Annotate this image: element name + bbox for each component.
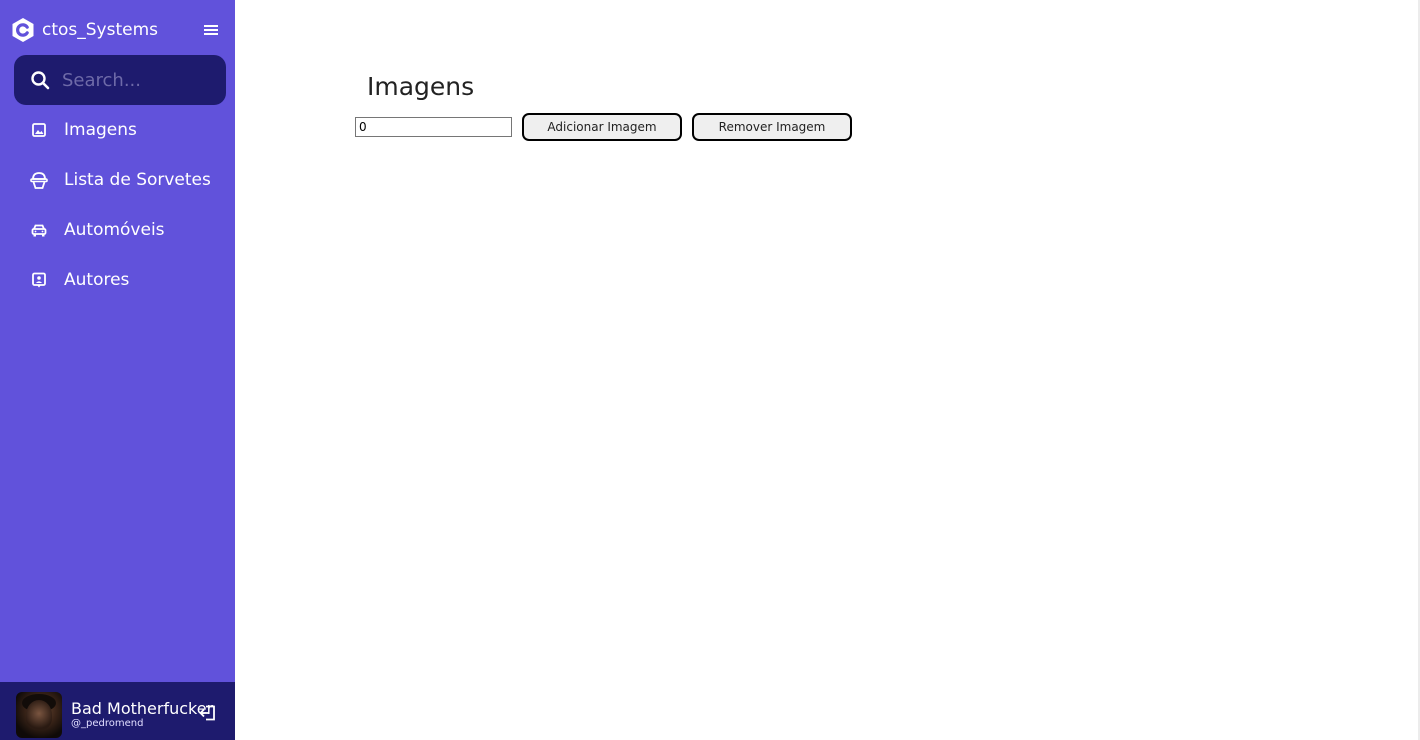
- profile-name: Bad Motherfucker: [71, 699, 214, 718]
- sidebar-item-label: Autores: [64, 270, 130, 290]
- search-input[interactable]: [62, 65, 217, 95]
- logout-icon[interactable]: [198, 703, 218, 723]
- sidebar-item-automoveis[interactable]: Automóveis: [0, 205, 235, 255]
- search-box: [14, 55, 226, 105]
- logo-row: ctos_Systems: [0, 0, 235, 58]
- hamburger-menu-icon[interactable]: [201, 20, 221, 40]
- sidebar-item-imagens[interactable]: Imagens: [0, 105, 235, 155]
- sidebar-item-label: Automóveis: [64, 220, 165, 240]
- profile-handle: @_pedromend: [71, 718, 144, 729]
- add-image-button[interactable]: Adicionar Imagem: [522, 113, 682, 141]
- car-icon: [29, 220, 49, 240]
- ice-cream-icon: [29, 170, 49, 190]
- sidebar: ctos_Systems Search... Imagens Lista de …: [0, 0, 235, 740]
- sidebar-item-label: Imagens: [64, 120, 137, 140]
- remove-image-button[interactable]: Remover Imagem: [692, 113, 852, 141]
- sidebar-item-lista-de-sorvetes[interactable]: Lista de Sorvetes: [0, 155, 235, 205]
- sidebar-nav: Imagens Lista de Sorvetes Automóveis Aut…: [0, 105, 235, 305]
- image-icon: [29, 120, 49, 140]
- app-window: ctos_Systems Search... Imagens Lista de …: [0, 0, 1420, 740]
- avatar: [16, 692, 62, 738]
- main-content: Imagens Adicionar Imagem Remover Imagem: [235, 0, 1418, 740]
- author-badge-icon: [29, 270, 49, 290]
- page-title: Imagens: [367, 72, 475, 101]
- brand-name: ctos_Systems: [42, 20, 159, 40]
- sidebar-item-autores[interactable]: Autores: [0, 255, 235, 305]
- user-profile: Bad Motherfucker @_pedromend: [0, 682, 235, 740]
- logo-icon: [12, 18, 34, 42]
- search-icon: [30, 70, 50, 90]
- sidebar-item-label: Lista de Sorvetes: [64, 170, 211, 190]
- image-index-input[interactable]: [355, 117, 512, 137]
